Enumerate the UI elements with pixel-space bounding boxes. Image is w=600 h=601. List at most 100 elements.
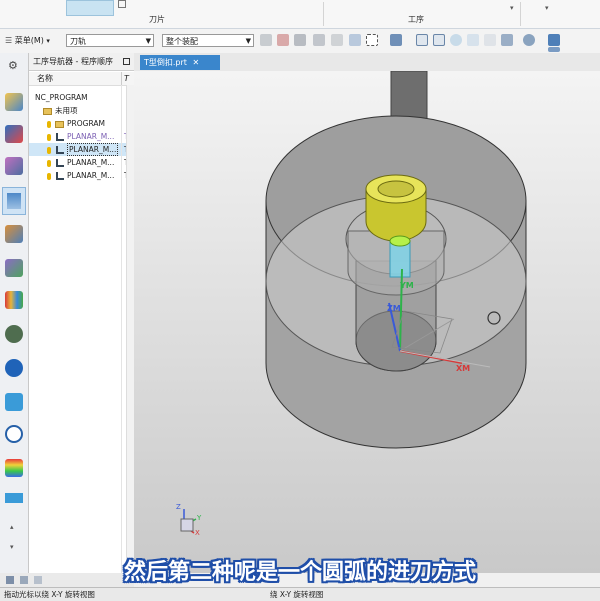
select-feature-icon[interactable] (277, 34, 289, 46)
status-message-secondary: 绕 X-Y 旋转视图 (270, 590, 324, 599)
tool-head-inner (377, 180, 415, 198)
folder-icon (43, 104, 54, 117)
gear-icon[interactable]: ⚙ (8, 59, 18, 72)
tree-row-label: PLANAR_M... (67, 132, 115, 141)
column-extra-header[interactable]: T (124, 72, 129, 85)
cube-icon[interactable] (548, 34, 560, 46)
snap-icon[interactable] (260, 34, 272, 46)
view-cube-icon[interactable] (390, 34, 402, 46)
gallery-expand-icon[interactable] (118, 0, 126, 8)
graphics-viewport[interactable]: YM ZM XM Z Y X (134, 71, 600, 573)
view-triad-cube[interactable] (180, 518, 194, 532)
clock-icon[interactable] (5, 425, 23, 443)
menu-label: 菜单(M) (14, 36, 44, 45)
tab-operation-navigator[interactable] (2, 187, 26, 215)
resource-bar: ⚙ ▴ ▾ (0, 53, 29, 573)
tree-row-label: PLANAR_M... (67, 143, 119, 156)
column-divider (121, 85, 122, 573)
curve-icon[interactable] (313, 34, 325, 46)
tree-row-label: NC_PROGRAM (35, 93, 88, 102)
fit-view-icon[interactable] (416, 34, 428, 46)
type-filter-value: 刀轨 (70, 37, 86, 46)
tool-tip (389, 235, 411, 247)
key-icon (47, 169, 53, 182)
axis-z-label: ZM (387, 304, 401, 313)
point-icon[interactable] (294, 34, 306, 46)
key-icon (47, 143, 53, 156)
operation-navigator-icon[interactable] (5, 93, 23, 111)
navigator-title: 工序导航器 - 程序顺序 (33, 57, 113, 66)
box-select-icon[interactable] (366, 34, 378, 46)
zoom-icon[interactable] (433, 34, 445, 46)
pan-icon[interactable] (467, 34, 479, 46)
ribbon: 刀片 工序 ▾ ▾ (0, 0, 600, 29)
display-mode-icon[interactable] (501, 34, 513, 46)
toolbar: ☰ 菜单(M) ▾ 刀轨 ▼ 整个装配 ▼ (0, 29, 600, 54)
triad-x-label: X (195, 529, 200, 537)
tree-row-root[interactable]: NC_PROGRAM (29, 91, 134, 104)
assembly-navigator-icon[interactable] (5, 225, 23, 243)
menu-button[interactable]: ☰ 菜单(M) ▾ (5, 32, 50, 49)
rotate-icon[interactable] (450, 34, 462, 46)
chevron-down-icon[interactable]: ▾ (510, 4, 514, 12)
info-icon[interactable] (5, 359, 23, 377)
operation-icon (56, 130, 66, 143)
tree-row-operation[interactable]: PLANAR_M... T (29, 130, 134, 143)
navigator-column-header: 名称 T (29, 72, 134, 86)
video-subtitle: 然后第二种呢是一个圆弧的进刀方式 (123, 560, 476, 585)
layer-icon[interactable] (548, 47, 560, 52)
column-divider[interactable] (121, 72, 122, 85)
ribbon-group-tool: 刀片 (126, 0, 188, 28)
chevron-down-icon[interactable]: ▾ (545, 4, 549, 12)
edge-icon[interactable] (331, 34, 343, 46)
part-navigator-icon[interactable] (5, 157, 23, 175)
status-message: 拖动光标以绕 X-Y 旋转视图 (4, 590, 95, 599)
axis-x-label: XM (456, 364, 471, 373)
orient-view-icon[interactable] (523, 34, 535, 46)
tree-row-operation[interactable]: PLANAR_M... T (29, 169, 134, 182)
document-tab-bar: T型倒扣.prt ✕ (134, 53, 600, 72)
model-view (180, 71, 527, 534)
ribbon-divider (520, 2, 521, 26)
type-filter-select[interactable]: 刀轨 ▼ (66, 34, 154, 47)
process-studio-icon[interactable] (5, 493, 23, 503)
close-icon[interactable]: ✕ (192, 58, 199, 67)
program-order-icon (7, 193, 21, 209)
color-palette-icon[interactable] (5, 459, 23, 477)
navigator-header: 工序导航器 - 程序顺序 (29, 53, 134, 71)
ribbon-divider (323, 2, 324, 26)
status-bar: 拖动光标以绕 X-Y 旋转视图 绕 X-Y 旋转视图 (0, 587, 600, 601)
folder-icon (55, 117, 66, 130)
render-style-icon[interactable] (484, 34, 496, 46)
chevron-down-icon[interactable]: ▾ (10, 543, 14, 551)
reuse-library-icon[interactable] (5, 259, 23, 277)
tree-row-program[interactable]: PROGRAM (29, 117, 134, 130)
tree-row-unused[interactable]: 未用项 (29, 104, 134, 117)
tree-row-operation-selected[interactable]: PLANAR_M... T (29, 143, 134, 156)
scrollbar[interactable] (126, 85, 134, 571)
ribbon-gallery-thumbnail[interactable] (66, 0, 114, 16)
tab-part-file[interactable]: T型倒扣.prt ✕ (140, 55, 220, 70)
tree-row-label: PROGRAM (67, 119, 105, 128)
tree-row-label: PLANAR_M... (67, 158, 115, 167)
column-name-header[interactable]: 名称 (37, 72, 53, 85)
tab-label: T型倒扣.prt (144, 58, 187, 67)
key-icon (47, 130, 53, 143)
eye-icon[interactable] (5, 325, 23, 343)
axis-y-label: YM (400, 281, 414, 290)
chevron-up-icon[interactable]: ▴ (10, 523, 14, 531)
operation-navigator-panel: 工序导航器 - 程序顺序 名称 T NC_PROGRAM 未用项 PROGRAM… (29, 53, 135, 573)
maximize-icon[interactable] (123, 58, 130, 65)
machine-tool-icon[interactable] (5, 125, 23, 143)
web-browser-icon[interactable] (5, 393, 23, 411)
chevron-down-icon: ▼ (145, 37, 151, 45)
ribbon-group-operation: 工序 (380, 0, 452, 28)
tree-row-operation[interactable]: PLANAR_M... T (29, 156, 134, 169)
operation-icon (56, 169, 66, 182)
roles-icon[interactable] (5, 291, 23, 309)
scope-filter-select[interactable]: 整个装配 ▼ (162, 34, 254, 47)
face-icon[interactable] (349, 34, 361, 46)
tree-row-label: PLANAR_M... (67, 171, 115, 180)
chevron-down-icon: ▾ (46, 37, 50, 45)
tree-row-label: 未用项 (55, 106, 78, 115)
